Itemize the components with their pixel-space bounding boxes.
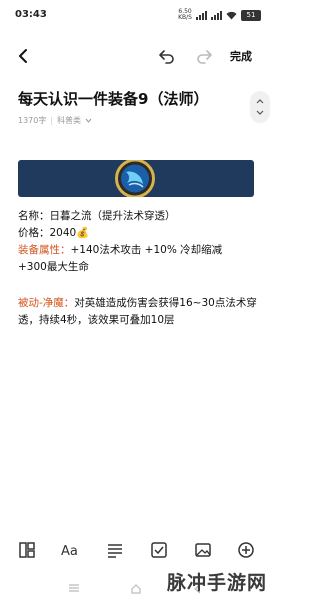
label-price: 价格： (18, 227, 50, 239)
checkbox-icon[interactable] (150, 541, 168, 559)
content-line-attributes: 装备属性：+140法术攻击 +10% 冷却缩减 (18, 242, 258, 259)
battery-icon: 51 (241, 9, 261, 21)
word-count: 1370字 (18, 116, 47, 125)
status-icons: 6.50 KB/S 51 (178, 9, 261, 21)
layout-icon[interactable] (18, 541, 36, 559)
content-line-health: +300最大生命 (18, 259, 258, 276)
value-attributes: +140法术攻击 +10% 冷却缩减 (70, 244, 223, 256)
align-icon[interactable] (106, 541, 124, 559)
wifi-icon (226, 11, 237, 19)
meta-divider: | (50, 116, 54, 125)
signal-icon-2 (211, 10, 222, 20)
content-line-name: 名称：日暮之流（提升法术穿透） (18, 208, 258, 225)
label-name: 名称： (18, 210, 50, 222)
done-button[interactable]: 完成 (230, 48, 252, 64)
network-speed: 6.50 KB/S (178, 9, 192, 21)
signal-icon (196, 10, 207, 20)
chevron-left-icon[interactable] (14, 46, 34, 66)
status-time: 03:43 (15, 9, 47, 20)
net-speed-unit: KB/S (178, 14, 192, 21)
chevron-updown-icon (256, 99, 264, 115)
redo-icon[interactable] (194, 46, 214, 66)
status-bar: 03:43 6.50 KB/S 51 (0, 0, 273, 30)
label-attributes: 装备属性： (18, 244, 71, 256)
format-toolbar: Aa (0, 538, 273, 564)
editor-toolbar: 完成 (0, 38, 273, 72)
scroll-toggle[interactable] (251, 92, 269, 122)
chevron-down-icon[interactable] (85, 118, 92, 123)
category-tag[interactable]: 科普类 (57, 115, 81, 126)
label-passive: 被动-净魔： (18, 297, 75, 309)
watermark-text: 脉冲手游网 (166, 572, 267, 594)
add-circle-icon[interactable] (237, 541, 255, 559)
undo-icon[interactable] (157, 46, 177, 66)
value-health: +300最大生命 (18, 261, 89, 273)
svg-text:Aa: Aa (61, 544, 78, 559)
value-price: 2040💰 (49, 227, 90, 239)
text-style-icon[interactable]: Aa (61, 541, 79, 559)
home-icon[interactable] (130, 583, 142, 595)
document-title[interactable]: 每天认识一件装备9（法师） (18, 88, 208, 109)
content-line-price: 价格：2040💰 (18, 225, 258, 242)
document-meta: 1370字 | 科普类 (18, 115, 92, 126)
item-banner-image (18, 160, 254, 197)
document-content[interactable]: 名称：日暮之流（提升法术穿透） 价格：2040💰 装备属性：+140法术攻击 +… (18, 208, 258, 329)
menu-icon[interactable] (68, 583, 80, 593)
value-name: 日暮之流（提升法术穿透） (49, 210, 176, 222)
image-icon[interactable] (194, 541, 212, 559)
content-line-passive: 被动-净魔：对英雄造成伤害会获得16~30点法术穿透，持续4秒，该效果可叠加10… (18, 295, 258, 329)
item-emblem-icon (115, 160, 155, 197)
